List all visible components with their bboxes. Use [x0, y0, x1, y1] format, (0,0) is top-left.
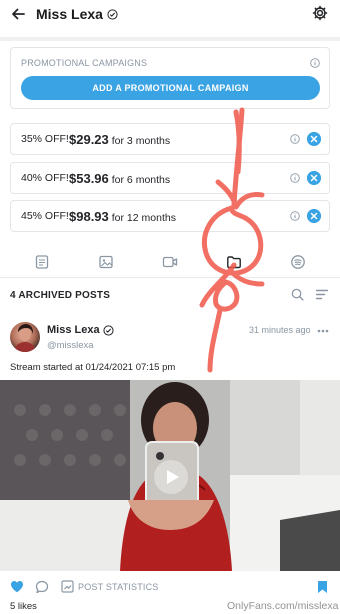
poster-name-text: Miss Lexa: [47, 324, 100, 336]
archived-posts-bar: 4 ARCHIVED POSTS: [0, 278, 340, 312]
play-button[interactable]: [154, 460, 188, 494]
poster-name[interactable]: Miss Lexa: [47, 324, 114, 336]
page-title: Miss Lexa: [36, 6, 118, 22]
info-icon[interactable]: [310, 58, 320, 68]
avatar[interactable]: [10, 322, 40, 352]
gear-icon[interactable]: [312, 5, 328, 21]
offer-period: for 12 months: [111, 211, 176, 224]
heart-icon[interactable]: [10, 580, 24, 593]
post-text: Stream started at 01/24/2021 07:15 pm: [10, 362, 176, 373]
play-icon: [167, 470, 179, 484]
top-bar: Miss Lexa: [0, 0, 340, 30]
archived-posts-count: 4 ARCHIVED POSTS: [10, 290, 111, 301]
profile-tabs: [0, 248, 340, 278]
info-icon[interactable]: [290, 173, 300, 183]
archive-folder-icon[interactable]: [226, 254, 242, 270]
offer-row: 35% OFF! $29.23 for 3 months: [10, 123, 330, 155]
add-promotional-campaign-button[interactable]: ADD A PROMOTIONAL CAMPAIGN: [21, 76, 320, 100]
search-icon[interactable]: [291, 288, 304, 301]
audio-icon[interactable]: [290, 254, 306, 270]
post-timestamp[interactable]: 31 minutes ago: [249, 325, 311, 335]
back-arrow-icon[interactable]: [10, 6, 26, 22]
bookmark-icon[interactable]: [317, 580, 328, 594]
photos-icon[interactable]: [98, 254, 114, 270]
promotional-campaigns-card: PROMOTIONAL CAMPAIGNS ADD A PROMOTIONAL …: [10, 47, 330, 109]
poster-handle[interactable]: @misslexa: [47, 340, 94, 351]
post-statistics-button[interactable]: POST STATISTICS: [78, 582, 159, 592]
info-icon[interactable]: [290, 211, 300, 221]
post-video[interactable]: [0, 380, 340, 571]
videos-icon[interactable]: [162, 254, 178, 270]
offer-price-value: $98.93: [69, 208, 109, 224]
avatar-image: [14, 324, 36, 352]
sort-icon[interactable]: [316, 289, 328, 300]
remove-offer-icon[interactable]: [307, 209, 321, 223]
offer-row: 45% OFF! $98.93 for 12 months: [10, 200, 330, 232]
offer-price: $53.96 for 6 months: [69, 171, 170, 186]
offer-percent: 40% OFF!: [21, 172, 69, 184]
post-statistics-icon[interactable]: [61, 580, 74, 593]
more-options-icon[interactable]: [317, 329, 329, 333]
offer-row: 40% OFF! $53.96 for 6 months: [10, 162, 330, 194]
page-title-text: Miss Lexa: [36, 6, 103, 22]
post-actions: POST STATISTICS: [0, 574, 340, 598]
offer-price-value: $53.96: [69, 170, 109, 186]
comment-icon[interactable]: [35, 580, 49, 594]
verified-badge-icon: [107, 8, 118, 20]
info-icon[interactable]: [290, 134, 300, 144]
offer-period: for 6 months: [111, 173, 171, 186]
section-divider: [0, 37, 340, 41]
promotional-campaigns-label: PROMOTIONAL CAMPAIGNS: [21, 58, 148, 68]
likes-count: 5 likes: [10, 601, 37, 612]
verified-badge-icon: [103, 324, 114, 336]
offer-percent: 35% OFF!: [21, 133, 69, 145]
remove-offer-icon[interactable]: [307, 132, 321, 146]
offer-price: $29.23 for 3 months: [69, 132, 170, 147]
offer-price: $98.93 for 12 months: [69, 209, 176, 224]
watermark: OnlyFans.com/misslexa: [227, 600, 339, 612]
posts-icon[interactable]: [34, 254, 50, 270]
offer-percent: 45% OFF!: [21, 210, 69, 222]
offer-period: for 3 months: [111, 134, 171, 147]
remove-offer-icon[interactable]: [307, 171, 321, 185]
offer-price-value: $29.23: [69, 131, 109, 147]
